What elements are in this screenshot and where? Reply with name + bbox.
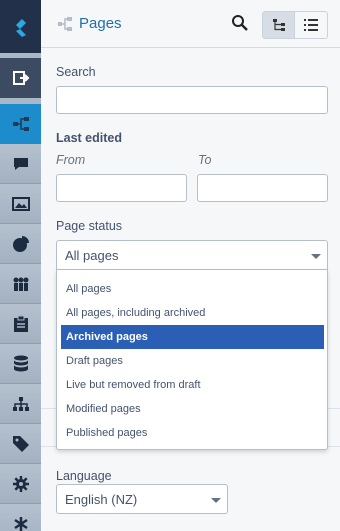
page-title: Pages	[79, 15, 122, 32]
comment-icon[interactable]	[0, 144, 41, 184]
page-header: Pages	[41, 0, 340, 48]
dropdown-option-archived-pages[interactable]: Archived pages	[61, 325, 324, 349]
chevron-down-icon	[211, 498, 221, 503]
page-status-label: Page status	[56, 219, 123, 233]
chevron-down-icon	[311, 254, 321, 259]
tree-view-button[interactable]	[263, 12, 296, 38]
page-status-select[interactable]: All pages	[56, 240, 328, 270]
to-date-input[interactable]	[197, 174, 328, 202]
from-label: From	[56, 153, 86, 167]
people-icon[interactable]	[0, 264, 41, 304]
dropdown-option-draft-pages[interactable]: Draft pages	[61, 349, 324, 373]
filter-panel: Search Last edited From To Page status A…	[41, 48, 340, 531]
list-view-button[interactable]	[295, 12, 327, 38]
image-icon[interactable]	[0, 184, 41, 224]
to-label: To	[198, 153, 212, 167]
gear-icon[interactable]	[0, 464, 41, 504]
view-mode-toggle	[262, 11, 328, 39]
from-date-input[interactable]	[56, 174, 187, 202]
language-select[interactable]: English (NZ)	[56, 484, 228, 514]
list-view-icon	[304, 19, 318, 31]
pie-chart-icon[interactable]	[0, 224, 41, 264]
dropdown-option-modified-pages[interactable]: Modified pages	[61, 397, 324, 421]
language-label: Language	[56, 469, 112, 483]
cms-sidebar	[0, 0, 41, 531]
database-icon[interactable]	[0, 344, 41, 384]
tag-icon[interactable]	[0, 424, 41, 464]
language-value: English (NZ)	[65, 492, 138, 507]
dropdown-option-published-pages[interactable]: Published pages	[61, 421, 324, 445]
search-input[interactable]	[56, 86, 328, 114]
page-status-value: All pages	[65, 248, 119, 263]
dropdown-option-all-pages-including-archived[interactable]: All pages, including archived	[61, 301, 324, 325]
asterisk-icon[interactable]	[0, 504, 41, 531]
dropdown-option-live-but-removed[interactable]: Live but removed from draft	[61, 373, 324, 397]
search-icon[interactable]	[231, 14, 251, 34]
logo-icon[interactable]	[0, 0, 41, 53]
page-status-dropdown: All pages All pages, including archived …	[56, 270, 328, 450]
tree-view-icon	[272, 19, 285, 31]
hierarchy-icon[interactable]	[0, 384, 41, 424]
site-tree-icon	[57, 16, 73, 37]
site-tree-icon[interactable]	[0, 104, 41, 144]
clipboard-icon[interactable]	[0, 304, 41, 344]
logout-icon[interactable]	[0, 58, 41, 98]
search-label: Search	[56, 65, 96, 79]
last-edited-label: Last edited	[56, 131, 122, 145]
dropdown-option-all-pages[interactable]: All pages	[61, 277, 324, 301]
